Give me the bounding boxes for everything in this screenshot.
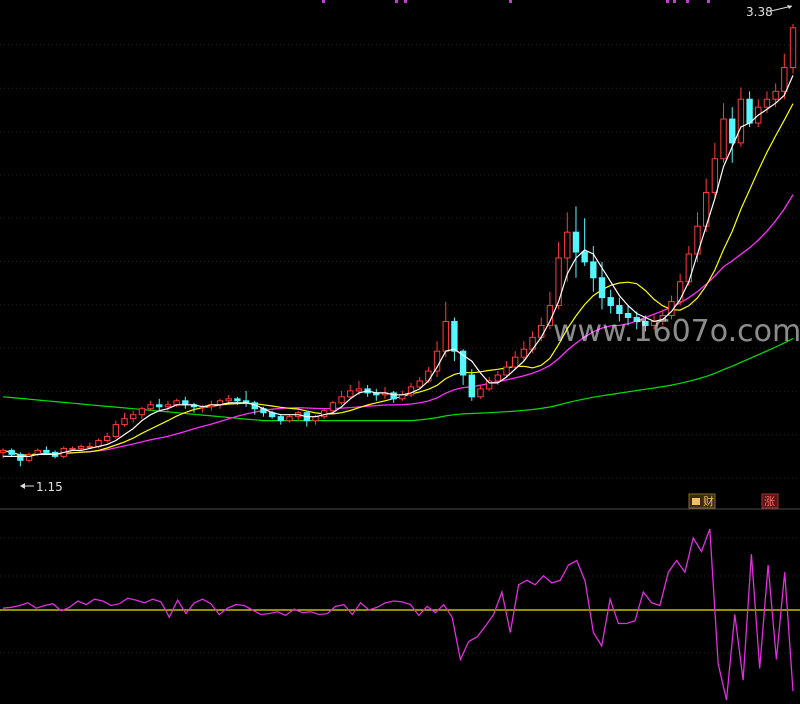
candle-body: [425, 370, 432, 382]
candle-body: [720, 118, 727, 160]
candle-body: [564, 231, 571, 259]
candle-body: [355, 388, 363, 392]
candle-body: [772, 90, 779, 100]
candle-body: [416, 380, 423, 388]
candle-body: [103, 436, 111, 441]
candle-body: [538, 324, 545, 338]
candle-body: [451, 320, 458, 352]
candle-body: [789, 27, 797, 68]
candle-body: [182, 400, 189, 406]
candle-body: [763, 98, 771, 108]
candle-body: [0, 449, 7, 453]
candle-body: [347, 390, 354, 398]
candle-body: [477, 388, 484, 398]
candle-body: [17, 453, 24, 461]
candle-body: [390, 392, 397, 400]
candle-body: [338, 396, 345, 404]
candle-body: [147, 404, 154, 410]
finance-icon: [692, 498, 700, 505]
candle-body: [442, 320, 449, 352]
candle-body: [781, 66, 788, 92]
candle-body: [8, 449, 15, 455]
low-price-label: 1.15: [36, 480, 63, 494]
candle-body: [598, 277, 606, 299]
candle-body: [746, 98, 753, 124]
candle-body: [581, 251, 588, 263]
candle-body: [494, 374, 502, 382]
candle-body: [711, 158, 719, 193]
candle-body: [607, 297, 614, 307]
finance-badge[interactable]: 财: [688, 493, 716, 509]
candle-body: [590, 261, 597, 279]
candle-body: [164, 404, 172, 408]
candle-body: [572, 231, 580, 253]
candle-body: [277, 416, 284, 422]
candle-body: [112, 424, 120, 438]
candle-body: [173, 400, 180, 406]
finance-badge-label: 财: [703, 494, 714, 508]
candle-body: [121, 418, 128, 426]
candle-body: [555, 257, 562, 307]
rise-badge[interactable]: 涨: [761, 493, 779, 509]
candle-body: [729, 118, 736, 144]
candle-body: [329, 402, 337, 412]
candle-body: [225, 398, 232, 402]
candle-body: [234, 398, 241, 402]
candle-body: [25, 453, 33, 461]
candle-body: [130, 414, 137, 420]
stock-chart: 3.38 1.15 www.1607o.com 财 涨: [0, 0, 800, 704]
candle-body: [286, 416, 293, 422]
candle-body: [616, 305, 623, 315]
candle-body: [399, 394, 406, 400]
candle-body: [468, 374, 475, 398]
candle-body: [34, 449, 41, 455]
candle-body: [156, 404, 163, 408]
rise-badge-label: 涨: [764, 495, 775, 508]
candle-body: [86, 445, 94, 448]
candle-body: [520, 348, 528, 358]
candle-body: [737, 98, 745, 144]
candle-body: [77, 445, 85, 449]
candle-body: [69, 447, 76, 450]
candle-body: [503, 366, 510, 376]
candle-body: [512, 356, 519, 368]
watermark-text: www.1607o.com: [553, 314, 800, 349]
candle-body: [138, 408, 146, 416]
high-price-label: 3.38: [746, 5, 773, 19]
candle-body: [43, 449, 50, 453]
